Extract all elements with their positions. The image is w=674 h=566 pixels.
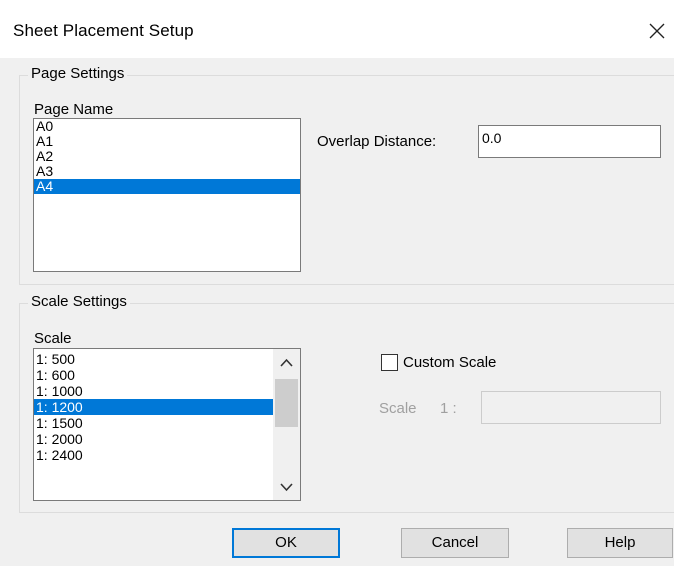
title-bar: Sheet Placement Setup xyxy=(0,0,674,58)
page-name-item[interactable]: A2 xyxy=(34,149,300,164)
page-name-label: Page Name xyxy=(34,101,114,118)
page-name-item[interactable]: A3 xyxy=(34,164,300,179)
cancel-button[interactable]: Cancel xyxy=(401,528,509,558)
scale-prefix-label: Scale xyxy=(379,400,417,417)
scroll-thumb[interactable] xyxy=(275,379,298,427)
scale-settings-title: Scale Settings xyxy=(28,293,130,310)
custom-scale-label[interactable]: Custom Scale xyxy=(403,354,496,371)
scale-item[interactable]: 1: 1000 xyxy=(34,383,273,399)
scroll-down-icon[interactable] xyxy=(273,476,300,498)
ok-button[interactable]: OK xyxy=(232,528,340,558)
page-name-listbox[interactable]: A0 A1 A2 A3 A4 xyxy=(33,118,301,272)
scroll-up-icon[interactable] xyxy=(273,352,300,374)
close-icon[interactable] xyxy=(646,20,668,42)
scale-item[interactable]: 1: 500 xyxy=(34,351,273,367)
dialog-body: Page Settings Page Name A0 A1 A2 A3 A4 Overl… xyxy=(0,58,674,566)
scale-item[interactable]: 1: 1500 xyxy=(34,415,273,431)
overlap-distance-label: Overlap Distance: xyxy=(317,133,437,150)
overlap-distance-input[interactable]: 0.0 xyxy=(478,125,661,158)
scale-item[interactable]: 1: 1200 xyxy=(34,399,273,415)
page-settings-title: Page Settings xyxy=(28,65,128,82)
scale-item[interactable]: 1: 2400 xyxy=(34,447,273,463)
scale-listbox[interactable]: 1: 500 1: 600 1: 1000 1: 1200 1: 1500 1: 2000… xyxy=(33,348,301,501)
page-name-item[interactable]: A1 xyxy=(34,134,300,149)
scale-item[interactable]: 1: 2000 xyxy=(34,431,273,447)
scale-list-items: 1: 500 1: 600 1: 1000 1: 1200 1: 1500 1: 2000… xyxy=(34,351,273,463)
scale-label: Scale xyxy=(34,330,72,347)
custom-scale-checkbox[interactable] xyxy=(381,354,398,371)
scale-item[interactable]: 1: 600 xyxy=(34,367,273,383)
scale-value-input[interactable] xyxy=(481,391,661,424)
page-name-item[interactable]: A4 xyxy=(34,179,300,194)
page-name-item[interactable]: A0 xyxy=(34,119,300,134)
scale-ratio-label: 1 : xyxy=(440,400,457,417)
scale-scrollbar[interactable] xyxy=(273,349,300,500)
dialog-title: Sheet Placement Setup xyxy=(13,21,194,40)
help-button[interactable]: Help xyxy=(567,528,673,558)
